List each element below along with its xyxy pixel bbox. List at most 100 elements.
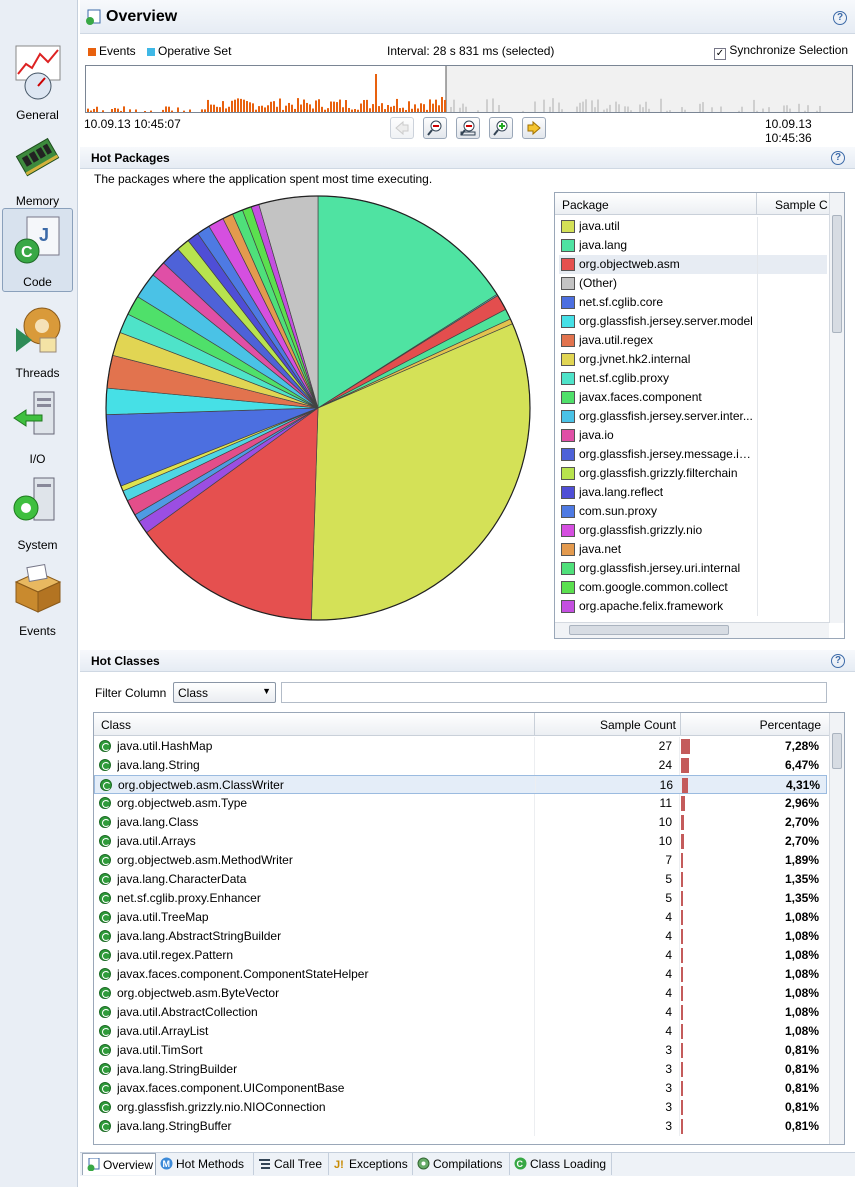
package-row[interactable]: com.google.common.collect [559, 578, 827, 597]
scroll-right-button[interactable] [522, 117, 546, 139]
class-column-header[interactable]: Class [101, 718, 131, 732]
timeline-chart[interactable] [85, 65, 853, 113]
package-row[interactable]: org.glassfish.jersey.message.int... [559, 445, 827, 464]
sidebar-item-label: I/O [29, 452, 46, 466]
package-row[interactable]: java.lang.reflect [559, 483, 827, 502]
sidebar-item-threads[interactable]: Threads [2, 298, 73, 382]
package-row[interactable]: java.util.regex [559, 331, 827, 350]
sidebar-item-code[interactable]: JC Code [2, 208, 73, 292]
table-row[interactable]: java.util.AbstractCollection 4 1,08% [94, 1003, 827, 1022]
sample-column-header[interactable]: Sample C [775, 198, 828, 212]
package-table[interactable]: Package Sample C java.util java.lang org.o… [554, 192, 845, 639]
package-row[interactable]: org.jvnet.hk2.internal [559, 350, 827, 369]
package-row[interactable]: (Other) [559, 274, 827, 293]
tab-class-loading[interactable]: C Class Loading [510, 1153, 612, 1175]
table-row[interactable]: java.lang.String 24 6,47% [94, 756, 827, 775]
package-name: com.google.common.collect [579, 580, 728, 594]
scroll-thumb[interactable] [832, 733, 842, 769]
table-row[interactable]: java.util.ArrayList 4 1,08% [94, 1022, 827, 1041]
package-row[interactable]: org.glassfish.grizzly.nio [559, 521, 827, 540]
help-icon[interactable]: ? [833, 11, 847, 25]
timeline-event-bar [252, 103, 254, 112]
package-horizontal-scrollbar[interactable] [555, 622, 829, 638]
tab-label: Class Loading [530, 1157, 607, 1171]
hot-packages-pie-chart[interactable] [80, 190, 550, 640]
package-row[interactable]: java.util [559, 217, 827, 236]
table-row[interactable]: net.sf.cglib.proxy.Enhancer 5 1,35% [94, 889, 827, 908]
timeline-event-bar [189, 109, 191, 112]
class-name: java.lang.CharacterData [117, 872, 247, 886]
table-row[interactable]: org.objectweb.asm.ClassWriter 16 4,31% [94, 775, 827, 794]
timeline-event-bar [642, 107, 644, 112]
table-row[interactable]: org.objectweb.asm.MethodWriter 7 1,89% [94, 851, 827, 870]
sync-checkbox[interactable]: ✓ [714, 48, 726, 60]
help-icon[interactable]: ? [831, 654, 845, 668]
package-row[interactable]: java.net [559, 540, 827, 559]
package-row[interactable]: com.sun.proxy [559, 502, 827, 521]
table-row[interactable]: javax.faces.component.UIComponentBase 3 0,… [94, 1079, 827, 1098]
timeline-event-bar [615, 101, 617, 112]
table-row[interactable]: java.lang.AbstractStringBuilder 4 1,08% [94, 927, 827, 946]
sample-count-column-header[interactable]: Sample Count [534, 718, 676, 732]
table-row[interactable]: java.util.TreeMap 4 1,08% [94, 908, 827, 927]
sync-selection[interactable]: ✓ Synchronize Selection [714, 43, 848, 60]
tab-overview[interactable]: Overview [82, 1153, 156, 1175]
package-column-header[interactable]: Package [562, 198, 609, 212]
sidebar-item-memory[interactable]: Memory [2, 126, 73, 210]
help-icon[interactable]: ? [831, 151, 845, 165]
class-loading-icon: C [514, 1157, 527, 1170]
package-row[interactable]: java.lang [559, 236, 827, 255]
sidebar-item-events[interactable]: Events [2, 556, 73, 640]
class-table[interactable]: Class Sample Count Percentage java.util.… [93, 712, 845, 1145]
table-row[interactable]: org.objectweb.asm.ByteVector 4 1,08% [94, 984, 827, 1003]
filter-input[interactable] [281, 682, 827, 703]
package-row[interactable]: org.glassfish.jersey.uri.internal [559, 559, 827, 578]
tab-exceptions[interactable]: J! Exceptions [329, 1153, 413, 1175]
tab-label: Call Tree [274, 1157, 323, 1171]
filter-column-select[interactable]: Class ▼ [173, 682, 276, 703]
package-color-swatch [561, 296, 575, 309]
package-row[interactable]: net.sf.cglib.proxy [559, 369, 827, 388]
package-row[interactable]: org.glassfish.grizzly.filterchain [559, 464, 827, 483]
table-row[interactable]: java.lang.StringBuffer 3 0,81% [94, 1117, 827, 1136]
tab-compilations[interactable]: Compilations [413, 1153, 510, 1175]
table-row[interactable]: java.util.Arrays 10 2,70% [94, 832, 827, 851]
zoom-in-button[interactable] [489, 117, 513, 139]
package-row[interactable]: org.objectweb.asm [559, 255, 827, 274]
package-row[interactable]: org.apache.felix.framework [559, 597, 827, 616]
package-vertical-scrollbar[interactable] [829, 193, 844, 623]
sidebar-item-system[interactable]: System [2, 470, 73, 554]
sidebar-item-general[interactable]: General [2, 40, 73, 124]
table-row[interactable]: org.glassfish.grizzly.nio.NIOConnection 3… [94, 1098, 827, 1117]
package-row[interactable]: net.sf.cglib.core [559, 293, 827, 312]
table-row[interactable]: java.lang.StringBuilder 3 0,81% [94, 1060, 827, 1079]
package-row[interactable]: org.glassfish.jersey.server.inter... [559, 407, 827, 426]
sidebar-item-io[interactable]: I/O [2, 384, 73, 468]
tab-hot-methods[interactable]: M Hot Methods [156, 1153, 254, 1175]
scroll-left-button[interactable] [390, 117, 414, 139]
table-row[interactable]: javax.faces.component.ComponentStateHelp… [94, 965, 827, 984]
percentage-bar [681, 853, 684, 868]
timeline-event-bar [216, 106, 218, 112]
table-row[interactable]: java.lang.CharacterData 5 1,35% [94, 870, 827, 889]
timeline-event-bar [534, 101, 536, 112]
table-row[interactable]: java.util.regex.Pattern 4 1,08% [94, 946, 827, 965]
class-vertical-scrollbar[interactable] [829, 713, 844, 1144]
table-row[interactable]: org.objectweb.asm.Type 11 2,96% [94, 794, 827, 813]
table-row[interactable]: java.lang.Class 10 2,70% [94, 813, 827, 832]
sample-count: 5 [665, 872, 672, 886]
package-color-swatch [561, 277, 575, 290]
tab-call-tree[interactable]: Call Tree [254, 1153, 329, 1175]
package-row[interactable]: javax.faces.component [559, 388, 827, 407]
scroll-thumb[interactable] [832, 215, 842, 333]
table-row[interactable]: java.util.HashMap 27 7,28% [94, 737, 827, 756]
percentage-value: 0,81% [784, 1062, 819, 1076]
table-row[interactable]: java.util.TimSort 3 0,81% [94, 1041, 827, 1060]
package-row[interactable]: org.glassfish.jersey.server.model [559, 312, 827, 331]
overview-icon [86, 9, 101, 25]
zoom-fit-button[interactable] [456, 117, 480, 139]
package-row[interactable]: java.io [559, 426, 827, 445]
zoom-out-button[interactable] [423, 117, 447, 139]
percentage-column-header[interactable]: Percentage [680, 718, 821, 732]
scroll-thumb[interactable] [569, 625, 729, 635]
